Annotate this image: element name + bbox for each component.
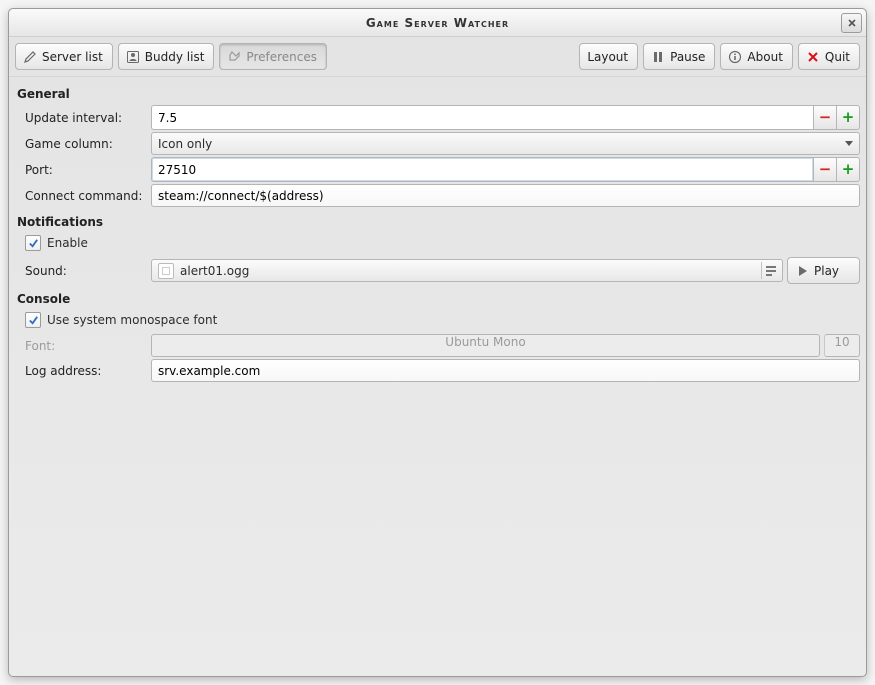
update-interval-row: Update interval: − + <box>15 105 860 130</box>
font-row: Font: Ubuntu Mono 10 <box>15 334 860 357</box>
section-notifications-header: Notifications <box>15 209 860 231</box>
buddy-list-label: Buddy list <box>145 50 205 64</box>
game-column-combo[interactable]: Icon only <box>151 132 860 155</box>
use-system-monospace-row: Use system monospace font <box>15 308 860 332</box>
game-column-label: Game column: <box>15 137 147 151</box>
game-column-row: Game column: Icon only <box>15 132 860 155</box>
about-icon <box>728 50 742 64</box>
update-interval-decrement[interactable]: − <box>813 105 836 130</box>
audio-file-icon <box>158 263 174 279</box>
titlebar[interactable]: Game Server Watcher <box>9 9 866 37</box>
pause-icon <box>651 50 665 64</box>
check-icon <box>28 315 39 326</box>
section-general-header: General <box>15 81 860 103</box>
about-label: About <box>747 50 782 64</box>
update-interval-label: Update interval: <box>15 111 147 125</box>
buddy-list-button[interactable]: Buddy list <box>118 43 215 70</box>
sound-row: Sound: alert01.ogg Play <box>15 257 860 284</box>
connect-cmd-row: Connect command: <box>15 184 860 207</box>
port-row: Port: − + <box>15 157 860 182</box>
file-browse-icon <box>761 262 780 279</box>
preferences-label: Preferences <box>246 50 317 64</box>
pause-button[interactable]: Pause <box>643 43 715 70</box>
enable-notifications-row: Enable <box>15 231 860 255</box>
quit-label: Quit <box>825 50 850 64</box>
port-label: Port: <box>15 163 147 177</box>
window-title: Game Server Watcher <box>366 16 509 30</box>
layout-button[interactable]: Layout <box>579 43 638 70</box>
server-list-label: Server list <box>42 50 103 64</box>
close-icon <box>847 18 857 28</box>
pause-label: Pause <box>670 50 705 64</box>
font-size-display: 10 <box>824 334 860 357</box>
check-icon <box>28 238 39 249</box>
toolbar: Server list Buddy list Preferences Layou… <box>9 37 866 77</box>
quit-icon <box>806 50 820 64</box>
log-address-row: Log address: <box>15 359 860 382</box>
person-icon <box>126 50 140 64</box>
connect-cmd-label: Connect command: <box>15 189 147 203</box>
log-address-input[interactable] <box>151 359 860 382</box>
content-area[interactable]: General Update interval: − + Game column… <box>9 77 866 676</box>
font-name-display: Ubuntu Mono <box>151 334 820 357</box>
window: Game Server Watcher Server list Buddy li… <box>8 8 867 677</box>
about-button[interactable]: About <box>720 43 792 70</box>
port-increment[interactable]: + <box>836 157 860 182</box>
pencil-icon <box>23 50 37 64</box>
preferences-button[interactable]: Preferences <box>219 43 327 70</box>
update-interval-spinbox: − + <box>151 105 860 130</box>
section-console-header: Console <box>15 286 860 308</box>
enable-notifications-checkbox[interactable] <box>25 235 41 251</box>
play-label: Play <box>814 264 839 278</box>
game-column-value: Icon only <box>158 137 212 151</box>
use-system-monospace-label[interactable]: Use system monospace font <box>47 313 217 327</box>
sound-file-value: alert01.ogg <box>180 264 249 278</box>
port-spinbox: − + <box>151 157 860 182</box>
update-interval-increment[interactable]: + <box>836 105 860 130</box>
use-system-monospace-checkbox[interactable] <box>25 312 41 328</box>
port-decrement[interactable]: − <box>813 157 836 182</box>
font-label: Font: <box>15 339 147 353</box>
play-sound-button[interactable]: Play <box>787 257 860 284</box>
enable-notifications-label[interactable]: Enable <box>47 236 88 250</box>
log-address-label: Log address: <box>15 364 147 378</box>
window-close-button[interactable] <box>841 13 862 33</box>
wrench-icon <box>227 50 241 64</box>
sound-label: Sound: <box>15 264 147 278</box>
chevron-down-icon <box>845 141 853 146</box>
update-interval-input[interactable] <box>151 105 813 130</box>
server-list-button[interactable]: Server list <box>15 43 113 70</box>
play-icon <box>795 264 809 278</box>
quit-button[interactable]: Quit <box>798 43 860 70</box>
connect-cmd-input[interactable] <box>151 184 860 207</box>
port-input[interactable] <box>151 157 813 182</box>
layout-label: Layout <box>587 50 628 64</box>
sound-file-chooser[interactable]: alert01.ogg <box>151 259 783 282</box>
